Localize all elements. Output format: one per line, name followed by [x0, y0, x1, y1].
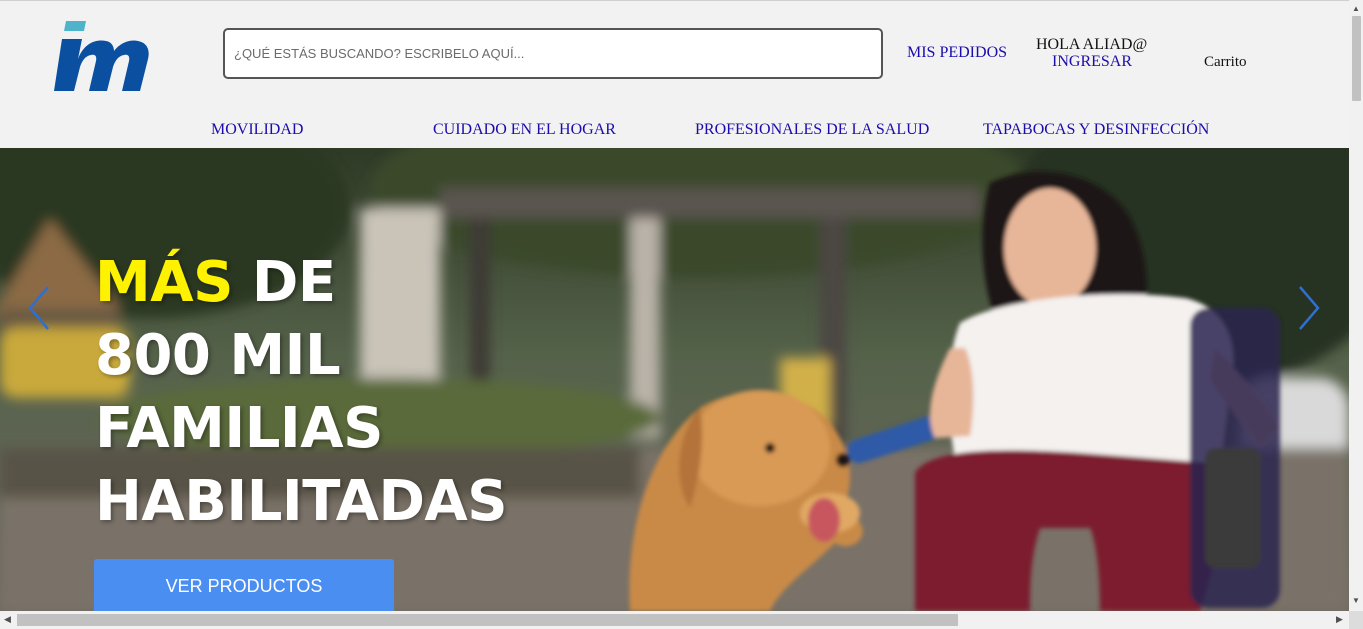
search-box[interactable] — [223, 28, 883, 79]
horizontal-scrollbar[interactable]: ◀ ▶ — [0, 611, 1349, 629]
my-orders-link[interactable]: MIS PEDIDOS — [907, 44, 1007, 62]
headline-line-1-rest: DE — [232, 250, 336, 315]
horizontal-scroll-thumb[interactable] — [17, 614, 958, 626]
headline-line-3: FAMILIAS — [95, 396, 383, 461]
chevron-left-icon — [28, 286, 49, 330]
headline-line-1: MÁS DE — [95, 246, 507, 319]
chevron-right-icon — [1299, 286, 1320, 330]
logo-icon — [54, 21, 149, 91]
vertical-scroll-thumb[interactable] — [1352, 16, 1361, 101]
headline-line-2: 800 MIL — [95, 323, 341, 388]
hero-carousel: MÁS DE 800 MIL FAMILIAS HABILITADAS VER … — [0, 148, 1349, 611]
brand-logo[interactable] — [52, 17, 152, 93]
nav-item-cuidado-hogar[interactable]: CUIDADO EN EL HOGAR — [433, 121, 616, 139]
hero-headline: MÁS DE 800 MIL FAMILIAS HABILITADAS — [95, 246, 508, 538]
scrollbar-corner — [1349, 611, 1363, 629]
site-header: MIS PEDIDOS HOLA ALIAD@ INGRESAR Carrito… — [0, 0, 1349, 148]
headline-highlight: MÁS — [95, 250, 233, 315]
vertical-scrollbar[interactable]: ▲ ▼ — [1349, 0, 1363, 611]
greeting-text: HOLA ALIAD@ — [1036, 36, 1148, 53]
nav-item-tapabocas[interactable]: TAPABOCAS Y DESINFECCIÓN — [983, 121, 1209, 139]
scroll-left-icon[interactable]: ◀ — [4, 614, 11, 625]
cart-link[interactable]: Carrito — [1204, 54, 1247, 71]
carousel-prev-button[interactable] — [24, 283, 54, 333]
ver-productos-button[interactable]: VER PRODUCTOS — [94, 559, 394, 611]
nav-item-movilidad[interactable]: MOVILIDAD — [211, 121, 303, 139]
scroll-right-icon[interactable]: ▶ — [1336, 614, 1343, 625]
search-input[interactable] — [225, 30, 881, 77]
scroll-up-icon[interactable]: ▲ — [1352, 4, 1360, 13]
login-link[interactable]: INGRESAR — [1052, 53, 1132, 71]
nav-item-profesionales-salud[interactable]: PROFESIONALES DE LA SALUD — [695, 121, 929, 139]
carousel-next-button[interactable] — [1294, 283, 1324, 333]
scroll-down-icon[interactable]: ▼ — [1352, 596, 1360, 605]
headline-line-4: HABILITADAS — [95, 469, 508, 534]
